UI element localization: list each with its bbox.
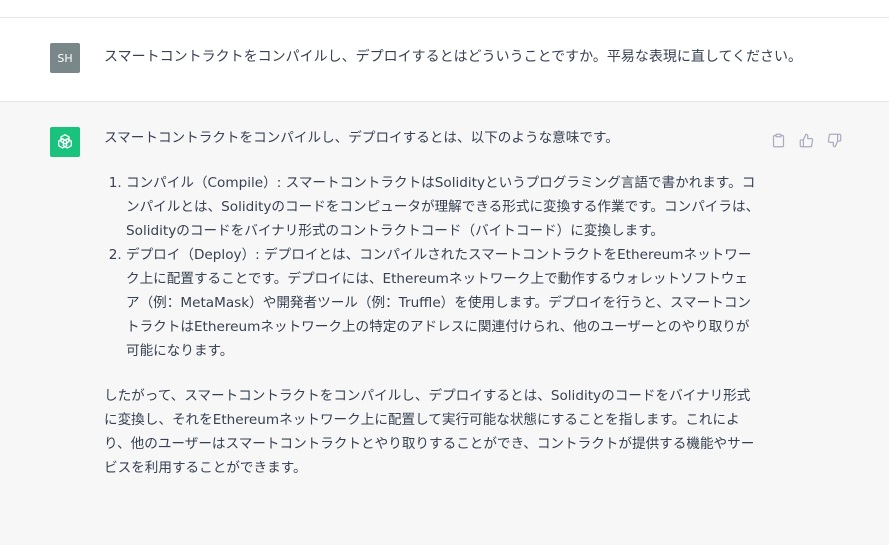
user-message-text: スマートコントラクトをコンパイルし、デプロイするとはどういうことですか。平易な表…: [104, 49, 803, 65]
openai-logo-icon: [50, 127, 80, 157]
message-actions: [769, 131, 843, 149]
thumbs-down-icon[interactable]: [825, 131, 843, 149]
user-message: SH スマートコントラクトをコンパイルし、デプロイするとはどういうことですか。平…: [0, 18, 889, 102]
assistant-intro: スマートコントラクトをコンパイルし、デプロイするとは、以下のような意味です。: [104, 130, 619, 146]
top-strip: [0, 0, 889, 18]
clipboard-icon[interactable]: [769, 131, 787, 149]
assistant-conclusion: したがって、スマートコントラクトをコンパイルし、デプロイするとは、Solidit…: [104, 388, 755, 476]
thumbs-up-icon[interactable]: [797, 131, 815, 149]
assistant-points-list: コンパイル（Compile）: スマートコントラクトはSolidityというプロ…: [104, 171, 760, 363]
assistant-message: スマートコントラクトをコンパイルし、デプロイするとは、以下のような意味です。 コ…: [0, 102, 889, 545]
list-item: コンパイル（Compile）: スマートコントラクトはSolidityというプロ…: [126, 171, 760, 243]
assistant-message-body: スマートコントラクトをコンパイルし、デプロイするとは、以下のような意味です。 コ…: [104, 126, 760, 480]
user-avatar: SH: [50, 43, 80, 73]
list-item: デプロイ（Deploy）: デプロイとは、コンパイルされたスマートコントラクトを…: [126, 243, 760, 363]
